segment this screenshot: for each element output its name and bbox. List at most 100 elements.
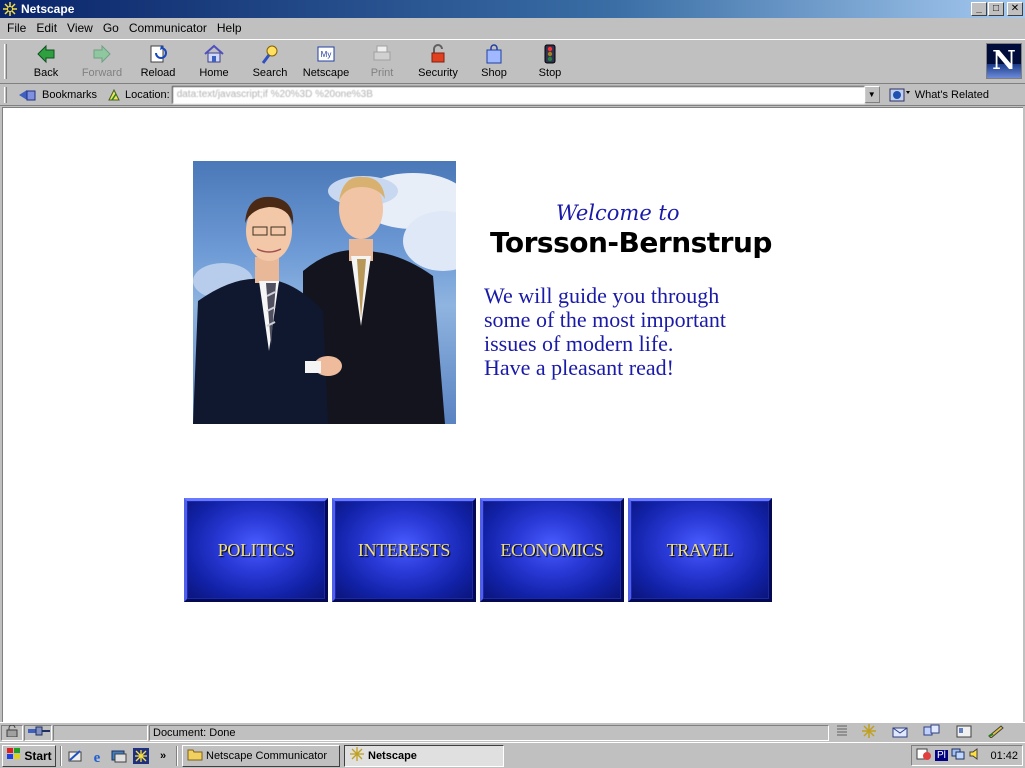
netscape-logo[interactable]: N	[986, 43, 1022, 79]
location-grip[interactable]	[0, 85, 10, 105]
scheduler-icon[interactable]	[916, 747, 932, 764]
window-title: Netscape	[21, 2, 75, 16]
nav-economics-button[interactable]: ECONOMICS	[480, 498, 624, 602]
padlock-icon	[427, 43, 449, 65]
menu-go[interactable]: Go	[98, 21, 124, 35]
network-icon[interactable]	[951, 747, 965, 764]
close-icon: ✕	[1010, 3, 1020, 14]
newsgroups-component-icon[interactable]	[923, 724, 941, 741]
back-label: Back	[33, 67, 59, 79]
location-toolbar: Bookmarks Location: data:text/javascript…	[0, 84, 1025, 106]
shop-button[interactable]: Shop	[466, 40, 522, 82]
home-label: Home	[199, 67, 229, 79]
home-icon	[203, 43, 225, 65]
status-bar: Document: Done	[0, 722, 1025, 742]
reload-label: Reload	[140, 67, 176, 79]
location-label: Location:	[125, 88, 170, 101]
menu-help[interactable]: Help	[212, 21, 247, 35]
intro-line: issues of modern life.	[484, 331, 674, 356]
security-button[interactable]: Security	[410, 40, 466, 82]
intro-line: some of the most important	[484, 307, 726, 332]
netscape-quicklaunch-icon[interactable]	[132, 747, 150, 765]
minimize-button[interactable]: _	[971, 2, 987, 16]
toolbar-grip[interactable]	[0, 40, 10, 83]
nav-interests-label: INTERESTS	[357, 539, 451, 560]
netscape-app-icon[interactable]	[2, 1, 18, 17]
search-icon	[259, 43, 281, 65]
location-dropdown-button[interactable]: ▼	[863, 86, 880, 103]
forward-button[interactable]: Forward	[74, 40, 130, 82]
language-indicator[interactable]: Pl	[935, 750, 948, 761]
address-book-component-icon[interactable]	[955, 724, 973, 741]
navigation-toolbar: Back Forward Reload Home Search My Netsc…	[0, 39, 1025, 84]
location-url-field[interactable]: data:text/javascript;if %20%3D %20one%3B	[171, 85, 865, 104]
reload-button[interactable]: Reload	[130, 40, 186, 82]
print-label: Print	[370, 67, 394, 79]
menu-communicator[interactable]: Communicator	[124, 21, 212, 35]
window-title-bar[interactable]: Netscape _ □ ✕	[0, 0, 1025, 18]
minimize-icon: _	[976, 3, 982, 14]
my-netscape-icon: My	[315, 43, 337, 65]
menu-file[interactable]: File	[2, 21, 31, 35]
whats-related-label: What's Related	[914, 88, 989, 101]
start-label: Start	[24, 748, 52, 763]
navigator-component-icon[interactable]	[861, 724, 877, 741]
menu-bar: File Edit View Go Communicator Help	[0, 18, 1025, 38]
more-chevron-icon[interactable]: »	[154, 747, 172, 765]
status-text: Document: Done	[149, 724, 829, 741]
intro-text: We will guide you through some of the mo…	[484, 284, 726, 380]
system-tray: Pl 01:42	[911, 745, 1023, 766]
back-arrow-icon	[35, 43, 57, 65]
nav-politics-label: POLITICS	[217, 539, 295, 560]
start-button[interactable]: Start	[2, 744, 56, 767]
stop-light-icon	[539, 43, 561, 65]
whats-related-icon	[888, 87, 912, 103]
founders-photo	[193, 161, 456, 424]
my-netscape-button[interactable]: My Netscape	[298, 40, 354, 82]
internet-explorer-icon[interactable]: e	[88, 747, 106, 765]
menu-view[interactable]: View	[62, 21, 98, 35]
svg-text:My: My	[321, 50, 332, 59]
online-status-cell[interactable]	[24, 724, 52, 741]
composer-component-icon[interactable]	[987, 724, 1005, 741]
intro-line: We will guide you through	[484, 283, 720, 308]
menu-edit[interactable]: Edit	[31, 21, 62, 35]
chevron-down-icon: ▼	[867, 90, 876, 99]
status-message: Document: Done	[153, 726, 236, 739]
restore-button[interactable]: □	[988, 2, 1004, 16]
search-button[interactable]: Search	[242, 40, 298, 82]
bookmarks-button[interactable]: Bookmarks	[10, 88, 103, 102]
location-label-group: Location:	[107, 88, 170, 102]
component-bar-grip[interactable]	[837, 724, 847, 741]
quick-launch-bar: e »	[66, 747, 172, 765]
stop-button[interactable]: Stop	[522, 40, 578, 82]
back-button[interactable]: Back	[18, 40, 74, 82]
task-netscape-communicator[interactable]: Netscape Communicator	[182, 744, 340, 767]
nav-interests-button[interactable]: INTERESTS	[332, 498, 476, 602]
mail-component-icon[interactable]	[891, 724, 909, 741]
forward-label: Forward	[81, 67, 123, 79]
connection-plug-icon	[28, 726, 50, 739]
show-desktop-icon[interactable]	[110, 747, 128, 765]
page-proxy-icon[interactable]	[107, 88, 121, 102]
progress-cell	[53, 724, 148, 741]
whats-related-button[interactable]: What's Related	[888, 87, 989, 103]
task-label: Netscape Communicator	[206, 749, 328, 762]
bookmarks-label: Bookmarks	[42, 88, 98, 101]
reload-icon	[147, 43, 169, 65]
task-netscape[interactable]: Netscape	[344, 744, 504, 767]
lock-status-icon	[5, 724, 19, 740]
volume-icon[interactable]	[968, 747, 982, 764]
home-button[interactable]: Home	[186, 40, 242, 82]
welcome-heading: Welcome to	[556, 201, 680, 225]
task-label: Netscape	[368, 749, 417, 762]
taskbar-clock[interactable]: 01:42	[990, 750, 1018, 762]
nav-travel-button[interactable]: TRAVEL	[628, 498, 772, 602]
close-button[interactable]: ✕	[1007, 2, 1023, 16]
my-netscape-label: Netscape	[302, 67, 350, 79]
outlook-express-icon[interactable]	[66, 747, 84, 765]
security-status-cell[interactable]	[1, 724, 23, 741]
page-viewport[interactable]: Welcome to Torsson-Bernstrup We will gui…	[2, 107, 1023, 722]
print-button[interactable]: Print	[354, 40, 410, 82]
nav-politics-button[interactable]: POLITICS	[184, 498, 328, 602]
